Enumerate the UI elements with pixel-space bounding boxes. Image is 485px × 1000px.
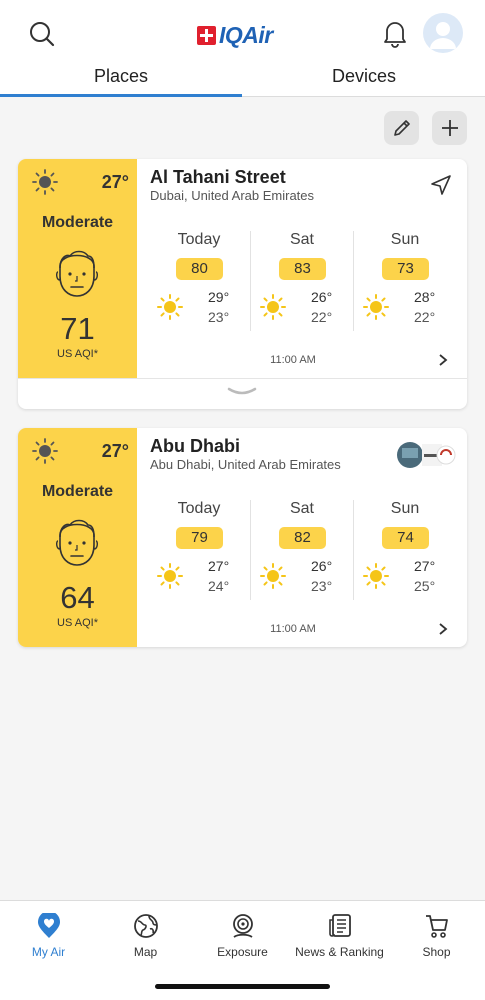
expand-card-button[interactable] (18, 378, 467, 409)
forecast-aqi-badge: 74 (382, 527, 429, 549)
sun-icon (363, 563, 389, 589)
sun-icon (260, 563, 286, 589)
forecast-low: 23° (311, 578, 333, 594)
current-temperature: 27° (101, 172, 129, 192)
forecast-day-label: Today (177, 231, 221, 248)
forecast-day-label: Sat (289, 231, 314, 248)
forecast-high: 28° (414, 289, 436, 305)
forecast-low: 24° (208, 578, 230, 594)
plus-icon (441, 120, 458, 136)
place-location: Abu Dhabi, United Arab Emirates (150, 457, 341, 472)
nav-label: Exposure (217, 945, 268, 959)
place-name: Abu Dhabi (150, 436, 240, 456)
forecast-day: Today 79 27° 24° (148, 500, 250, 600)
top-bar: IQAir (0, 0, 485, 64)
sun-icon (363, 294, 389, 320)
aqi-panel: 27° Moderate 71 US AQI* (18, 159, 137, 378)
forecast-day-label: Today (177, 500, 221, 517)
aqi-unit: US AQI* (57, 348, 98, 360)
forecast-day: Sun 74 27° 25° (353, 500, 455, 600)
nav-label: News & Ranking (295, 945, 384, 959)
face-icon (55, 250, 99, 297)
nav-label: Shop (422, 945, 451, 959)
forecast-day: Today 80 29° 23° (148, 231, 250, 331)
forecast-low: 22° (311, 309, 333, 325)
nav-shop[interactable]: Shop (388, 913, 485, 959)
chevron-down-icon (227, 387, 257, 395)
sun-icon (157, 563, 183, 589)
aqi-value: 64 (60, 580, 95, 615)
forecast-low: 23° (208, 309, 230, 325)
forecast-aqi-badge: 80 (176, 258, 223, 280)
avatar[interactable] (423, 13, 463, 53)
sun-icon (157, 294, 183, 320)
forecast-aqi-badge: 79 (176, 527, 223, 549)
nav-exposure[interactable]: Exposure (194, 913, 291, 959)
nav-label: My Air (31, 945, 66, 959)
edit-button[interactable] (384, 111, 419, 145)
place-card[interactable]: 27° Moderate 71 US AQI* Al Tahani Street… (18, 159, 467, 409)
add-place-button[interactable] (432, 111, 467, 145)
chevron-right-icon[interactable] (437, 353, 449, 367)
forecast-day-label: Sun (390, 500, 420, 517)
forecast-aqi-badge: 82 (279, 527, 326, 549)
globe-icon (133, 914, 158, 938)
tab-bar: Places Devices (0, 64, 485, 97)
aqi-value: 71 (60, 311, 95, 346)
nav-label: Map (133, 945, 158, 959)
brand-name: IQAir (219, 22, 273, 48)
swiss-flag-icon (197, 26, 216, 45)
aqi-level: Moderate (41, 483, 114, 500)
forecast-low: 25° (414, 578, 436, 594)
forecast-high: 27° (208, 558, 230, 574)
newspaper-icon (328, 914, 351, 937)
bell-icon[interactable] (381, 18, 409, 48)
forecast-day: Sun 73 28° 22° (353, 231, 455, 331)
forecast-day: Sat 83 26° 22° (250, 231, 352, 331)
forecast-high: 27° (414, 558, 436, 574)
iqair-logo: IQAir (197, 22, 273, 49)
home-indicator (155, 984, 330, 989)
forecast-high: 26° (311, 558, 333, 574)
cart-icon (425, 915, 448, 938)
sponsor-logo (397, 442, 456, 468)
tab-indicator (0, 94, 242, 97)
forecast-day: Sat 82 26° 23° (250, 500, 352, 600)
sun-icon (260, 294, 286, 320)
forecast-high: 26° (311, 289, 333, 305)
exposure-icon (232, 914, 253, 938)
aqi-panel: 27° Moderate 64 US AQI* (18, 428, 137, 647)
forecast-day-label: Sun (390, 231, 420, 248)
forecast-low: 22° (414, 309, 436, 325)
forecast-aqi-badge: 83 (279, 258, 326, 280)
forecast-aqi-badge: 73 (382, 258, 429, 280)
place-card[interactable]: 27° Moderate 64 US AQI* Abu Dhabi Abu Dh… (18, 428, 467, 647)
place-location: Dubai, United Arab Emirates (150, 188, 315, 203)
aqi-unit: US AQI* (57, 617, 98, 629)
face-icon (55, 519, 99, 566)
updated-time: 11:00 AM (270, 623, 316, 635)
forecast-day-label: Sat (289, 500, 314, 517)
nav-map[interactable]: Map (97, 913, 194, 959)
sun-icon (32, 169, 58, 195)
tab-places[interactable]: Places (0, 66, 242, 87)
forecast-high: 29° (208, 289, 230, 305)
tab-devices[interactable]: Devices (243, 66, 485, 87)
nav-my-air[interactable]: My Air (0, 913, 97, 959)
pencil-icon (393, 120, 410, 136)
search-icon[interactable] (28, 20, 56, 48)
updated-time: 11:00 AM (270, 354, 316, 366)
place-name: Al Tahani Street (150, 167, 286, 187)
current-temperature: 27° (101, 441, 129, 461)
heart-pin-icon (37, 913, 60, 938)
chevron-right-icon[interactable] (437, 622, 449, 636)
nav-news-ranking[interactable]: News & Ranking (291, 913, 388, 959)
location-arrow-icon[interactable] (430, 174, 452, 196)
aqi-level: Moderate (41, 214, 114, 231)
sun-icon (32, 438, 58, 464)
